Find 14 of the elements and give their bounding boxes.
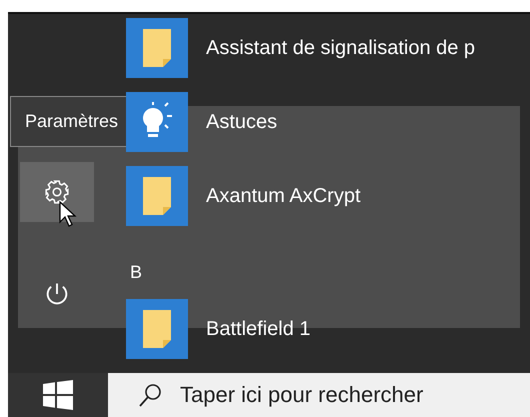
settings-button[interactable] (20, 162, 94, 222)
document-icon (142, 309, 172, 349)
app-item[interactable]: Axantum AxCrypt (126, 166, 476, 226)
document-icon (142, 28, 172, 68)
search-box[interactable]: Taper ici pour rechercher (108, 373, 530, 417)
app-item[interactable]: Assistant de signalisation de p (126, 18, 476, 78)
document-icon (142, 176, 172, 216)
search-icon (138, 382, 164, 408)
letter-header[interactable]: B (126, 240, 476, 299)
settings-icon (44, 179, 70, 205)
windows-logo-icon (43, 380, 73, 410)
app-item[interactable]: Battlefield 1 (126, 299, 476, 359)
cursor-icon (58, 200, 78, 228)
start-button[interactable] (8, 373, 108, 417)
